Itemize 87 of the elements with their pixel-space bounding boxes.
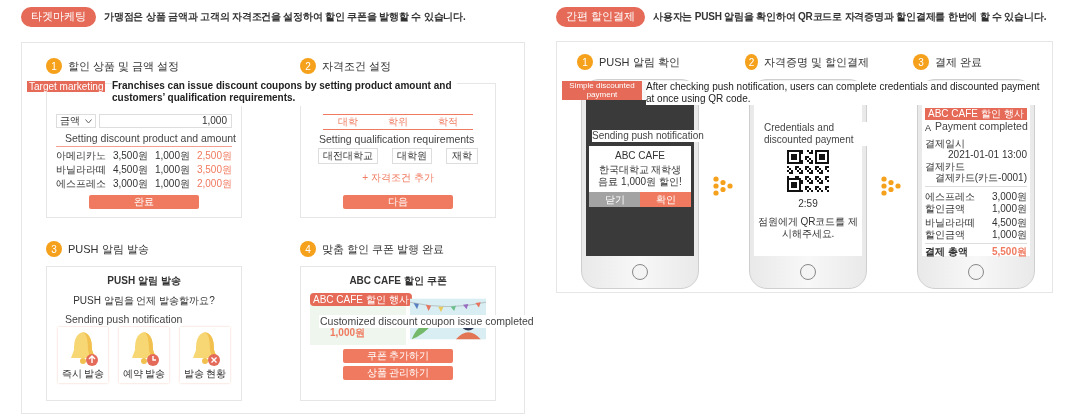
tab[interactable]: 학적 xyxy=(438,116,458,128)
translation-text: Setting discount product and amount xyxy=(64,132,238,145)
step-number: 1 xyxy=(577,54,593,70)
table-cell-text: 4,500원 xyxy=(111,164,149,176)
next-button[interactable]: 다음 xyxy=(343,195,453,209)
value-text: 1,000원 xyxy=(991,229,1027,240)
qr-code-drawing xyxy=(787,150,829,192)
option-card[interactable]: 예약 발송 xyxy=(119,327,169,383)
step-title: 결제 완료 xyxy=(935,54,983,70)
total-amount: 5,500원 xyxy=(991,246,1027,257)
translation-text: Sending push notification xyxy=(64,313,184,326)
tab[interactable]: 학위 xyxy=(388,116,408,128)
step-number: 1 xyxy=(46,58,62,74)
card-heading: PUSH 알림 발송 xyxy=(107,275,181,287)
condition-chip[interactable]: 대전대학교 xyxy=(318,148,378,164)
dropdown[interactable]: 금액 xyxy=(56,114,96,128)
translation-text: Franchises can issue discount coupons by setting product amount and customers’ qualification requirements. xyxy=(112,80,457,106)
popup-text: 음료 1,000원 할인! xyxy=(598,176,682,188)
label-text: 할인금액 xyxy=(925,203,965,214)
confirm-button[interactable]: 확인 xyxy=(640,192,691,207)
option-card[interactable]: 발송 현황 xyxy=(180,327,230,383)
step-title: 맞춤 할인 쿠폰 발행 완료 xyxy=(322,241,445,257)
event-tag: ABC CAFE 할인 행사 xyxy=(310,293,412,306)
table-cell-text: 1,000원 xyxy=(153,164,191,176)
heading-text: A xyxy=(925,123,931,133)
dotted-arrow-icon xyxy=(881,176,901,196)
add-condition-link[interactable]: + 자격조건 추가 xyxy=(362,172,434,184)
table-cell-text: 3,500원 xyxy=(111,150,149,162)
condition-chip[interactable]: 대학원 xyxy=(392,148,432,164)
value-text: 2021-01-01 13:00 xyxy=(948,149,1027,160)
countdown-timer: 2:59 xyxy=(798,198,818,210)
step-title: 할인 상품 및 금액 설정 xyxy=(68,58,180,74)
value-text: 4,500원 xyxy=(991,217,1027,228)
table-cell-text: 1,000원 xyxy=(153,150,191,162)
label-text: 바닐라라떼 xyxy=(925,217,975,228)
tab[interactable]: 대학 xyxy=(338,116,358,128)
close-button[interactable]: 닫기 xyxy=(589,192,640,207)
manage-products-button[interactable]: 상품 관리하기 xyxy=(343,366,453,380)
step-title: PUSH 알림 발송 xyxy=(68,241,149,257)
translation-text: Setting qualification requirements xyxy=(318,133,476,146)
table-cell-text: 바닐라라떼 xyxy=(56,164,107,176)
option-card[interactable]: 즉시 발송 xyxy=(58,327,108,383)
step-number: 3 xyxy=(46,241,62,257)
coupon-amount: 1,000원 xyxy=(330,327,366,339)
section-tag: 타겟마케팅 xyxy=(21,7,96,27)
label-text: 할인금액 xyxy=(925,229,965,240)
translation-text: Customized discount coupon issue completed xyxy=(319,315,535,328)
card-heading: ABC CAFE 할인 쿠폰 xyxy=(349,275,447,287)
value-text: 결제카드(카드-0001) xyxy=(934,172,1027,183)
condition-chip[interactable]: 재학 xyxy=(446,148,478,164)
add-coupon-button[interactable]: 쿠폰 추가하기 xyxy=(343,349,453,363)
table-cell-text: 에스프레소 xyxy=(56,178,107,190)
table-cell-text: 3,500원 xyxy=(195,164,232,176)
question-text: PUSH 알림을 언제 발송할까요? xyxy=(73,295,215,307)
section-tag: 간편 할인결제 xyxy=(556,7,645,27)
label-text: 결제 총액 xyxy=(925,246,968,257)
label-text: 결제일시 xyxy=(925,138,965,149)
step-number: 3 xyxy=(913,54,929,70)
dotted-arrow-icon xyxy=(713,176,733,196)
section-description: 가맹점은 상품 금액과 고객의 자격조건을 설정하여 할인 쿠폰을 발행할 수 있습니다. xyxy=(104,10,466,24)
translation-text: Sending push notification xyxy=(592,130,704,142)
popup-title: ABC CAFE xyxy=(615,150,665,162)
step-number: 2 xyxy=(745,54,758,70)
table-cell-text: 1,000원 xyxy=(153,178,191,190)
step-number: 2 xyxy=(300,58,316,74)
step-title: PUSH 알림 확인 xyxy=(599,54,680,70)
instruction-text: 점원에게 QR코드를 제시해주세요. xyxy=(756,216,860,240)
section-description: 사용자는 PUSH 알림을 확인하여 QR코드로 자격증명과 할인결제를 한번에 할 수 있습니다. xyxy=(652,10,1047,24)
translation-text: Payment completed xyxy=(935,120,1028,132)
step-number: 4 xyxy=(300,241,316,257)
translation-tag: Simple discounted payment xyxy=(562,81,642,100)
step-title: 자격조건 설정 xyxy=(322,58,392,74)
value-text: 3,000원 xyxy=(991,191,1027,202)
chevron-down-icon xyxy=(85,118,92,124)
amount-field[interactable]: 1,000 xyxy=(99,114,232,128)
popup-text: 한국대학교 재학생 xyxy=(598,164,682,176)
label-text: 결제카드 xyxy=(925,161,965,172)
table-cell-text: 2,500원 xyxy=(195,150,232,162)
table-cell-text: 아메리카노 xyxy=(56,150,107,162)
label-text: 에스프레소 xyxy=(925,191,975,202)
value-text: 1,000원 xyxy=(991,203,1027,214)
event-tag: ABC CAFE 할인 행사 xyxy=(925,108,1027,120)
table-cell-text: 3,000원 xyxy=(111,178,149,190)
done-button[interactable]: 완료 xyxy=(89,195,199,209)
table-cell-text: 2,000원 xyxy=(195,178,232,190)
translation-tag: Target marketing xyxy=(27,81,106,92)
step-title: 자격증명 및 할인결제 xyxy=(763,54,869,70)
